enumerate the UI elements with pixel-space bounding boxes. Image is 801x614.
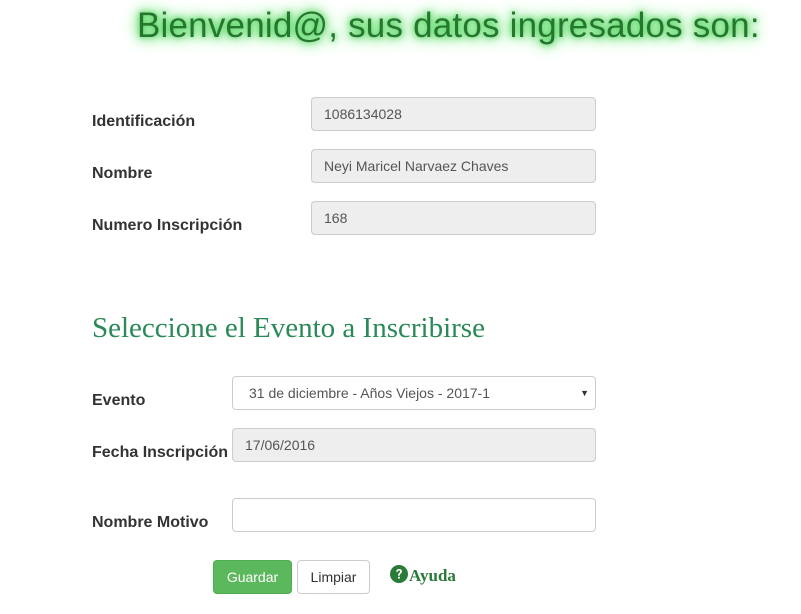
registration-date-field[interactable]: 17/06/2016 (232, 428, 596, 462)
help-link[interactable]: Ayuda (390, 565, 456, 587)
name-label: Nombre (92, 165, 153, 182)
save-button[interactable]: Guardar (213, 560, 292, 594)
name-field[interactable]: Neyi Maricel Narvaez Chaves (311, 149, 596, 183)
event-label: Evento (92, 392, 146, 409)
motive-name-input[interactable] (232, 498, 596, 532)
caret-down-icon: ▼ (580, 388, 589, 398)
event-select-value: 31 de diciembre - Años Viejos - 2017-1 (249, 385, 490, 401)
event-select[interactable]: 31 de diciembre - Años Viejos - 2017-1 ▼ (232, 376, 596, 410)
motive-name-label: Nombre Motivo (92, 514, 209, 531)
identification-label: Identificación (92, 113, 196, 130)
welcome-heading: Bienvenid@, sus datos ingresados son: (137, 6, 760, 45)
event-section-title: Seleccione el Evento a Inscribirse (92, 312, 485, 344)
question-circle-icon (390, 565, 408, 583)
registration-date-label: Fecha Inscripción (92, 444, 229, 461)
registration-number-label: Numero Inscripción (92, 217, 243, 234)
registration-number-field[interactable]: 168 (311, 201, 596, 235)
identification-field[interactable]: 1086134028 (311, 97, 596, 131)
help-label: Ayuda (409, 566, 456, 585)
clear-button[interactable]: Limpiar (297, 560, 370, 594)
